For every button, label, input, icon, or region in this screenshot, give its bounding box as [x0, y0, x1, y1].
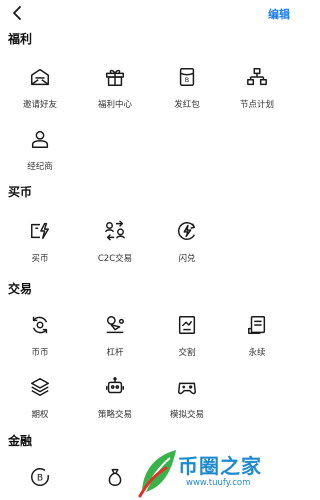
edit-button[interactable]: 编辑	[268, 6, 290, 22]
grid-item-simulated-trade[interactable]: 模拟交易	[152, 376, 222, 420]
top-bar: 编辑	[0, 0, 300, 28]
grid-item-spot[interactable]: 币币	[5, 314, 75, 358]
gift-icon	[106, 69, 124, 86]
grid-item-label: 发红包	[174, 100, 200, 110]
card-lightning-icon	[31, 222, 49, 240]
grid-item-delivery[interactable]: 交割	[152, 314, 222, 358]
grid-item-label: 经纪商	[27, 162, 53, 172]
grid-item-label: 期权	[31, 410, 49, 420]
grid-item-node-plan[interactable]: 节点计划	[222, 66, 292, 110]
grid-item-options[interactable]: 期权	[5, 376, 75, 420]
red-packet-icon: B	[179, 68, 195, 86]
money-bag-icon	[108, 468, 122, 486]
grid-item-c2c-trade[interactable]: C2C交易	[80, 220, 150, 264]
flash-swap-icon	[178, 222, 196, 240]
layers-icon	[31, 378, 49, 396]
grid-item-leverage[interactable]: 杠杆	[80, 314, 150, 358]
back-arrow-icon[interactable]	[10, 5, 26, 21]
section-title-finance: 金融	[8, 434, 33, 448]
exchange-icon	[32, 316, 48, 334]
section-title-welfare: 福利	[8, 32, 33, 46]
grid-item-buy-coins[interactable]: 买币	[5, 220, 75, 264]
envelope-icon	[31, 68, 49, 86]
grid-item-label: 买币	[31, 254, 49, 264]
c2c-icon	[105, 220, 125, 241]
grid-item-label: 福利中心	[97, 100, 132, 110]
grid-item-strategy-trade[interactable]: 策略交易	[80, 376, 150, 420]
grid-item-perpetual[interactable]: 永续	[222, 314, 292, 358]
grid-item-label: 币币	[31, 348, 49, 358]
watermark: 币圈之家 www.tuufy.com	[132, 444, 300, 500]
grid-item-label: 交割	[178, 348, 196, 358]
watermark-url: www.tuufy.com	[186, 478, 251, 488]
leverage-icon	[106, 316, 124, 334]
section-title-trade: 交易	[8, 282, 33, 296]
grid-item-label: 节点计划	[239, 100, 274, 110]
grid-item-label: 模拟交易	[169, 410, 204, 420]
gamepad-icon	[178, 382, 196, 395]
robot-icon	[106, 377, 124, 394]
grid-item-flash-swap[interactable]: 闪兑	[152, 220, 222, 264]
grid-item-broker[interactable]: 经纪商	[5, 128, 75, 172]
svg-text:B: B	[37, 473, 43, 484]
bitcoin-coin-icon: B	[31, 468, 49, 486]
grid-item-label: 永续	[248, 348, 266, 358]
grid-item-label: 邀请好友	[22, 100, 57, 110]
grid-item-label: 策略交易	[97, 410, 132, 420]
grid-item-label: 杠杆	[106, 348, 124, 358]
leaf-logo-icon	[138, 450, 176, 498]
grid-item-label: 闪兑	[178, 254, 196, 264]
grid-item-invite-friends[interactable]: 邀请好友	[5, 66, 75, 110]
watermark-title: 币圈之家	[178, 454, 262, 478]
svg-text:B: B	[185, 76, 189, 84]
grid-item-label: C2C交易	[97, 254, 133, 264]
node-tree-icon	[247, 68, 267, 86]
delivery-chart-icon	[178, 316, 196, 334]
grid-item-finance-1[interactable]: B	[5, 466, 75, 492]
perpetual-icon	[248, 316, 266, 334]
grid-item-welfare-center[interactable]: 福利中心	[80, 66, 150, 110]
person-icon	[31, 130, 49, 148]
grid-item-red-packet[interactable]: B 发红包	[152, 66, 222, 110]
section-title-buy-coins: 买币	[8, 185, 33, 199]
